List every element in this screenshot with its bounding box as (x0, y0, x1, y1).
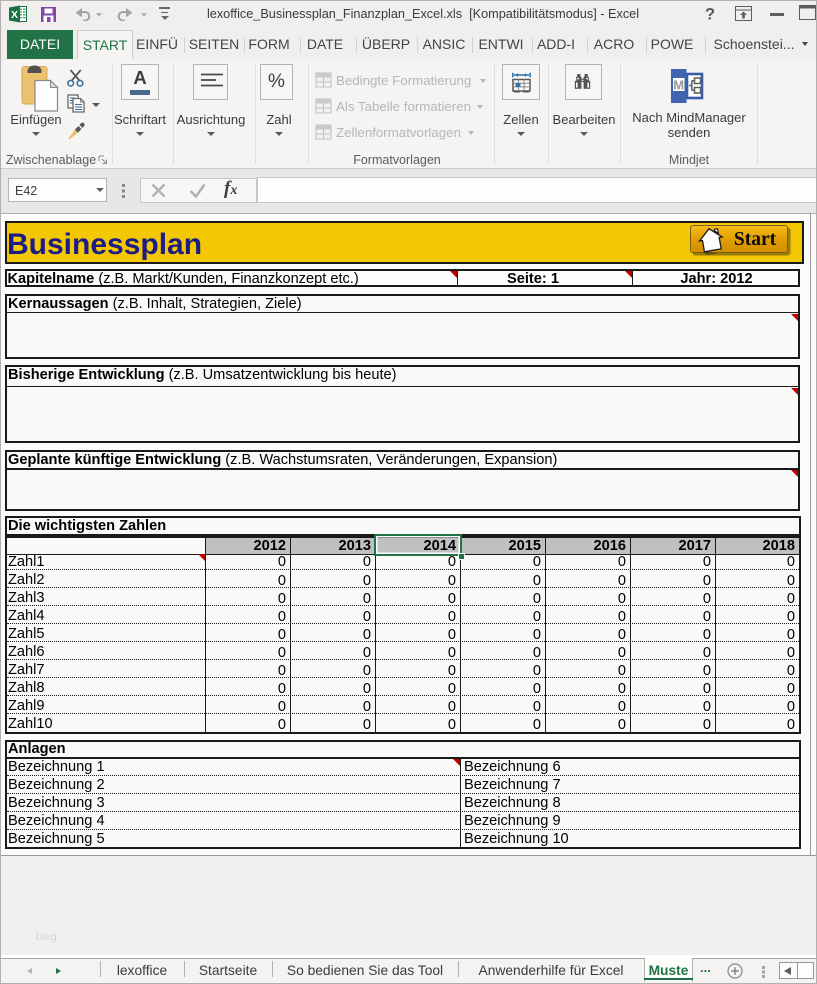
svg-text:M: M (673, 78, 684, 93)
svg-text:?: ? (705, 6, 715, 24)
